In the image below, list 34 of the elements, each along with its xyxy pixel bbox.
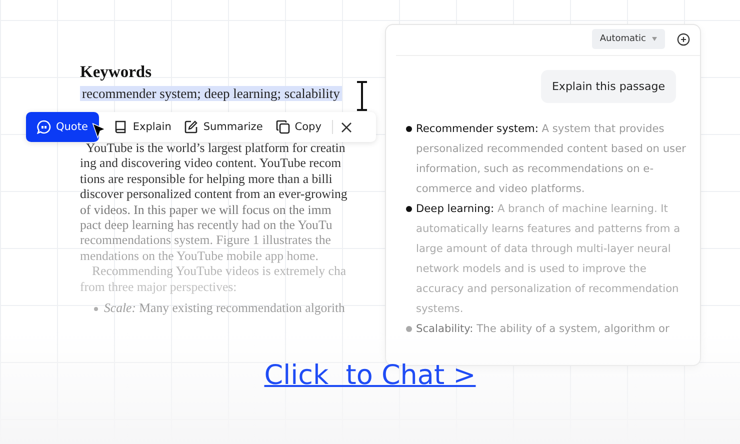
paragraph-line: discover personalized content from an ever-growing: [80, 187, 348, 203]
section-heading: Keywords: [80, 62, 152, 82]
explain-button[interactable]: Explain: [110, 112, 176, 142]
click-to-chat-link[interactable]: Click to Chat >: [264, 360, 476, 391]
caret-icon: [652, 37, 657, 41]
bullet-dot: [406, 126, 412, 132]
answer-text: Scalability: The ability of a system, algorithm or: [416, 322, 670, 337]
paragraph-line: pact deep learning has recently had on the YouTu: [80, 218, 334, 234]
answer-text: Recommender system: A system that provides personalized recommended content based on user information, such as recommendations on e-commerce and video platforms.: [416, 122, 686, 197]
user-message: Explain this passage: [540, 70, 676, 103]
quote-button[interactable]: Quote: [26, 112, 99, 142]
paragraph-line: recommendations system. Figure 1 illustrates the: [80, 233, 332, 249]
copy-icon: [276, 120, 290, 134]
pencil-square-icon: [184, 120, 198, 134]
model-dropdown[interactable]: Automatic: [592, 29, 665, 49]
answer-text: Deep learning: A branch of machine learning. It automatically learns features and patterns from a large amount of data through multi-layer neural network models and is used to improve the accuracy and personalization of recommendation systems.: [416, 202, 682, 317]
book-icon: [114, 120, 128, 134]
bullet-dot: [406, 326, 412, 332]
paragraph-line: tions are responsible for helping more than a billi: [80, 172, 334, 188]
summarize-button[interactable]: Summarize: [180, 112, 267, 142]
paragraph-line: YouTube is the world’s largest platform for creatin: [85, 141, 346, 156]
copy-button[interactable]: Copy: [272, 112, 326, 142]
mouse-pointer-icon: [92, 123, 106, 139]
paragraph-line: of videos. In this paper we will focus on the imm: [80, 202, 332, 218]
paragraph-line: from three major perspectives:: [80, 280, 238, 296]
selected-text: recommender system; deep learning; scalability: [80, 86, 342, 101]
text-cursor-icon: [356, 81, 368, 111]
chat-bubble-icon: [37, 120, 51, 134]
bullet-dot: [406, 206, 412, 212]
paragraph-line: Recommending YouTube videos is extremely cha: [91, 264, 348, 280]
paragraph-line: mendations on the YouTube mobile app home.: [80, 248, 320, 264]
paragraph-line: ing and discovering video content. YouTube recom: [80, 156, 342, 172]
bullet-text: Scale: Many existing recommendation algorith: [104, 301, 345, 316]
new-chat-button[interactable]: [677, 32, 690, 46]
